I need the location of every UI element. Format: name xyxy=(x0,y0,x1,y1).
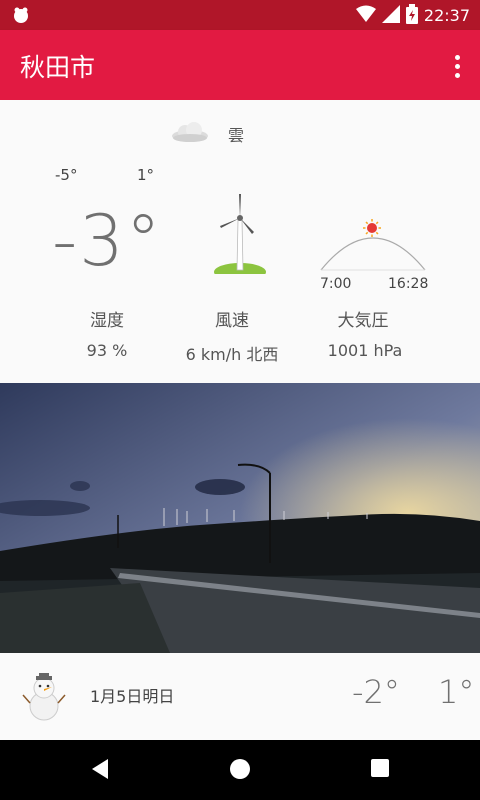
wifi-icon xyxy=(355,5,376,27)
wind-speed-value: 6 km/h 北西 xyxy=(185,345,279,364)
recents-icon[interactable] xyxy=(370,758,390,782)
pressure-label: 大気圧 xyxy=(337,311,389,331)
condition-text: 雲 xyxy=(228,126,245,145)
current-temperature: -3° xyxy=(52,200,163,282)
sunrise-time: 7:00 xyxy=(320,276,352,292)
cloud-icon xyxy=(170,120,210,148)
overflow-menu-icon[interactable] xyxy=(446,52,468,80)
back-icon[interactable] xyxy=(90,758,110,784)
home-icon[interactable] xyxy=(229,758,251,784)
city-photo xyxy=(0,383,480,653)
humidity-value: 93 % xyxy=(86,341,128,360)
forecast-row[interactable]: 1月5日明日 -2° 1° xyxy=(0,653,480,740)
forecast-high: 1° xyxy=(438,673,475,711)
humidity-label: 湿度 xyxy=(90,311,124,331)
snowman-icon xyxy=(22,673,66,725)
signal-icon xyxy=(381,5,400,27)
forecast-date: 1月5日明日 xyxy=(90,687,175,706)
wind-turbine-icon xyxy=(212,192,268,281)
condition-row: 雲 xyxy=(170,120,244,148)
pressure-value: 1001 hPa xyxy=(327,341,403,360)
sun-icon xyxy=(363,219,381,237)
status-time: 22:37 xyxy=(423,6,470,25)
sunset-time: 16:28 xyxy=(388,276,429,292)
status-bar: 22:37 xyxy=(0,0,480,30)
low-temperature: -5° xyxy=(55,166,78,184)
city-title: 秋田市 xyxy=(20,53,96,82)
sun-arc-icon xyxy=(318,216,428,278)
current-weather-card: 雲 -5° 1° -3° 7:00 16:28 湿度 風速 大気圧 93 % 6… xyxy=(0,100,480,383)
battery-charging-icon xyxy=(405,4,418,28)
high-temperature: 1° xyxy=(137,166,155,184)
wind-speed-label: 風速 xyxy=(215,311,249,331)
forecast-low: -2° xyxy=(352,673,400,711)
navigation-bar xyxy=(0,740,480,800)
notification-icon xyxy=(12,6,30,28)
app-bar: 秋田市 xyxy=(0,30,480,100)
